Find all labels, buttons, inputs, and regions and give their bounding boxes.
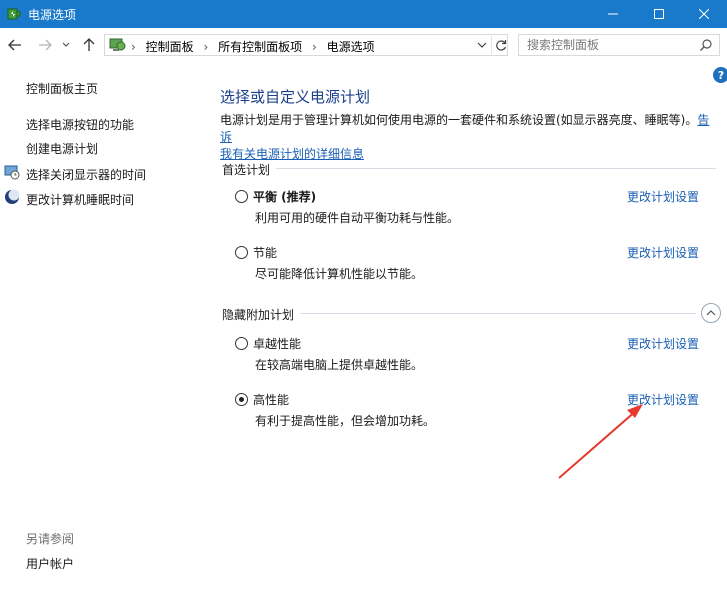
change-plan-settings-link-balanced[interactable]: 更改计划设置 [627,188,699,205]
up-button[interactable] [80,36,98,54]
breadcrumb-control-panel[interactable]: 控制面板 [146,40,194,54]
page-description: 电源计划是用于管理计算机如何使用电源的一套硬件和系统设置(如显示器亮度、睡眠等)… [220,112,720,163]
refresh-button[interactable] [491,36,509,54]
forward-arrow-icon [39,39,52,51]
close-icon [699,9,709,19]
breadcrumb-power-options[interactable]: 电源选项 [327,40,375,54]
sidebar-item-control-panel-home[interactable]: 控制面板主页 [26,80,98,97]
chevron-down-icon [62,42,70,47]
page-title: 选择或自定义电源计划 [220,88,371,106]
sidebar-item-user-accounts[interactable]: 用户帐户 [26,555,74,572]
change-plan-settings-link-ultimate-performance[interactable]: 更改计划设置 [627,335,699,352]
power-options-icon [7,8,21,20]
back-arrow-icon [8,39,21,51]
see-also-heading: 另请参阅 [26,532,75,546]
group-divider [300,313,696,314]
breadcrumb-separator-icon: › [131,40,136,54]
plan-name-balanced[interactable]: 平衡 (推荐) [253,188,316,205]
change-plan-settings-link-power-saver[interactable]: 更改计划设置 [627,244,699,261]
sidebar-item-display-off-time[interactable]: 选择关闭显示器的时间 [26,166,146,183]
title-bar: 电源选项 [0,0,727,28]
sidebar-item-power-button-function[interactable]: 选择电源按钮的功能 [26,116,134,133]
annotation-arrow-icon [558,404,643,479]
description-text: 电源计划是用于管理计算机如何使用电源的一套硬件和系统设置(如显示器亮度、睡眠等)… [220,113,698,127]
group-divider [276,168,716,169]
back-button[interactable] [6,36,24,54]
display-timer-icon [4,165,20,180]
maximize-button[interactable] [636,0,682,28]
sidebar-item-create-power-plan[interactable]: 创建电源计划 [26,140,98,157]
chevron-down-icon [477,42,487,48]
plan-name-power-saver[interactable]: 节能 [253,244,277,261]
address-bar[interactable]: › 控制面板 › 所有控制面板项 › 电源选项 [104,34,508,56]
plan-radio-balanced[interactable] [235,190,248,203]
preferred-plans-heading: 首选计划 [222,163,271,177]
plan-radio-power-saver[interactable] [235,246,248,259]
breadcrumb-all-items[interactable]: 所有控制面板项 [218,40,302,54]
window-title: 电源选项 [28,8,77,22]
plan-name-high-performance[interactable]: 高性能 [253,391,289,408]
search-box[interactable] [518,34,720,56]
breadcrumb: › 控制面板 › 所有控制面板项 › 电源选项 [131,38,381,55]
breadcrumb-separator-icon[interactable]: › [312,40,317,54]
search-icon [700,39,712,51]
plan-name-ultimate-performance[interactable]: 卓越性能 [253,335,301,352]
close-button[interactable] [681,0,727,28]
minimize-button[interactable] [590,0,636,28]
plan-radio-high-performance[interactable] [235,393,248,406]
plan-description-ultimate-performance: 在较高端电脑上提供卓越性能。 [255,358,424,372]
refresh-icon [495,40,506,51]
forward-button[interactable] [36,36,54,54]
sleep-moon-icon [5,189,20,204]
up-arrow-icon [83,38,95,51]
chevron-up-icon [706,310,716,316]
plan-radio-ultimate-performance[interactable] [235,337,248,350]
address-dropdown-button[interactable] [475,38,489,52]
recent-locations-button[interactable] [60,36,72,54]
maximize-icon [654,9,664,19]
sidebar-item-sleep-time[interactable]: 更改计算机睡眠时间 [26,191,134,208]
minimize-icon [608,13,618,15]
hidden-plans-heading: 隐藏附加计划 [222,308,295,322]
breadcrumb-separator-icon[interactable]: › [203,40,208,54]
search-input[interactable] [527,37,692,53]
plan-description-power-saver: 尽可能降低计算机性能以节能。 [255,267,424,281]
help-icon[interactable]: ? [713,67,727,83]
control-panel-icon [109,38,126,51]
learn-more-link-part2[interactable]: 我有关电源计划的详细信息 [220,147,364,161]
plan-description-high-performance: 有利于提高性能，但会增加功耗。 [255,414,436,428]
plan-description-balanced: 利用可用的硬件自动平衡功耗与性能。 [255,211,460,225]
collapse-hidden-plans-button[interactable] [701,303,721,323]
